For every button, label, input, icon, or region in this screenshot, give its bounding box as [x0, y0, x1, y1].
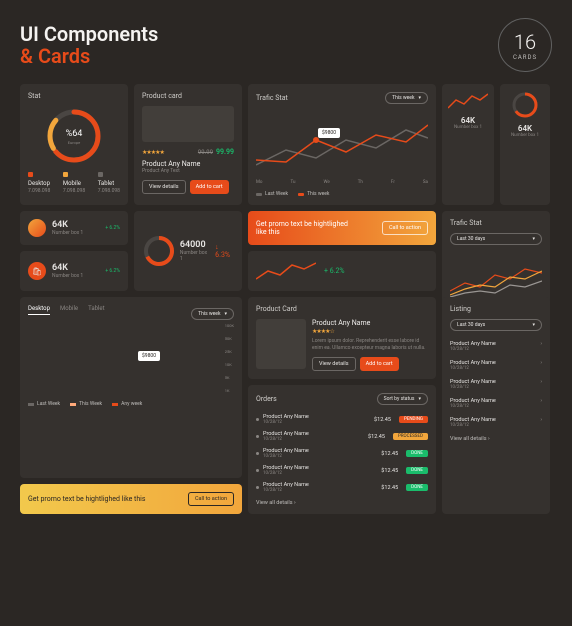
chevron-down-icon: ▾: [418, 396, 421, 402]
traffic-stat-card: Trafic Stat This week▾ $9800 MoTuWeThFrS…: [248, 84, 436, 205]
listing-card: Listing Last 30 days▾ Product Any Name10…: [442, 297, 550, 514]
multi-line-chart: [450, 251, 542, 301]
cards-count-badge: 16 CARDS: [498, 18, 552, 72]
legend-item: Last Week: [256, 191, 288, 197]
metric-item: Mobile7.098.098: [63, 172, 85, 194]
chevron-right-icon: ›: [540, 417, 542, 428]
view-details-button[interactable]: View details: [142, 180, 186, 194]
donut-icon: [142, 234, 174, 268]
gradient-icon: [28, 219, 46, 237]
chart-tooltip: $9800: [318, 128, 340, 138]
tab-tablet[interactable]: Tablet: [88, 305, 105, 315]
tab-mobile[interactable]: Mobile: [60, 305, 78, 315]
star-icon: ★★★★☆: [312, 328, 334, 335]
stat-metrics: Desktop7.098.098 Mobile7.098.098 Tablet7.0…: [28, 172, 120, 194]
svg-text:%64: %64: [66, 129, 83, 139]
cta-button[interactable]: Call to action: [382, 221, 428, 235]
chevron-down-icon: ▾: [532, 236, 535, 242]
order-row[interactable]: Product Any Name10/28/12$12.45DONE: [256, 462, 428, 479]
product-image: [142, 106, 234, 142]
card-title: Stat: [28, 92, 120, 100]
hero-header: UI Components& Cards 16 CARDS: [20, 18, 552, 72]
add-to-cart-button[interactable]: Add to cart: [360, 357, 399, 371]
bag-icon: 🛍: [28, 262, 46, 280]
view-all-link[interactable]: View all details ›: [256, 500, 428, 506]
chevron-right-icon: ›: [540, 360, 542, 371]
legend-item: Any week: [112, 401, 142, 407]
period-select-30[interactable]: Last 30 days▾: [450, 233, 542, 245]
product-card-wide: Product Card Product Any Name ★★★★☆ Lore…: [248, 297, 436, 379]
period-select[interactable]: This week▾: [385, 92, 428, 104]
legend-item: This Week: [70, 401, 102, 407]
bar-chart-card: DesktopMobileTablet This week▾ 100K50K25…: [20, 297, 242, 478]
list-item[interactable]: Product Any Name10/28/12›: [450, 337, 542, 356]
star-icon: ★★★★★: [142, 149, 164, 156]
period-select[interactable]: Last 30 days▾: [450, 319, 542, 331]
product-card: Product card ★★★★★ 99.9999.99 Product An…: [134, 84, 242, 205]
promo-banner-orange: Get promo text be hightlighed like this …: [248, 211, 436, 245]
sparkline-icon: [448, 90, 488, 112]
list-item[interactable]: Product Any Name10/28/12›: [450, 394, 542, 413]
product-name: Product Any Name: [142, 160, 234, 168]
list-item[interactable]: Product Any Name10/28/12›: [450, 356, 542, 375]
list-item[interactable]: Product Any Name10/28/12›: [450, 413, 542, 432]
chart-tabs: Desktop Mobile Tablet: [28, 305, 105, 315]
metric-item: Tablet7.098.098: [98, 172, 120, 194]
product-image: [256, 319, 306, 369]
metric-item: Desktop7.098.098: [28, 172, 50, 194]
order-row[interactable]: Product Any Name10/28/12$12.45PENDING: [256, 411, 428, 428]
order-row[interactable]: Product Any Name10/28/12$12.45DONE: [256, 445, 428, 462]
bar-tooltip: $9800: [138, 351, 160, 361]
chevron-right-icon: ›: [540, 341, 542, 352]
sort-select[interactable]: Sort by status▾: [377, 393, 428, 405]
order-row[interactable]: Product Any Name10/28/12$12.45PROCESSED: [256, 428, 428, 445]
mini-stats: 64KNumber box 1 64KNumber box 1: [442, 84, 550, 205]
traffic-line-chart: [256, 110, 428, 180]
svg-text:Europe: Europe: [68, 140, 80, 145]
order-row[interactable]: Product Any Name10/28/12$12.45DONE: [256, 479, 428, 496]
donut-chart: %64 Europe: [44, 106, 104, 166]
view-details-button[interactable]: View details: [312, 357, 356, 371]
chevron-right-icon: ›: [540, 379, 542, 390]
legend-item: Last Week: [28, 401, 60, 407]
view-all-link[interactable]: View all details ›: [450, 436, 542, 442]
mini-stat-2: 64KNumber box 1: [500, 84, 550, 205]
mini-donut-icon: [510, 90, 540, 120]
sparkline-card: + 6.2%: [248, 251, 436, 291]
cta-button[interactable]: Call to action: [188, 492, 234, 506]
stat-card: Stat %64 Europe Desktop7.098.098 Mobile7.…: [20, 84, 128, 205]
sparkline-icon: [256, 259, 316, 283]
chevron-down-icon: ▾: [532, 322, 535, 328]
promo-banner-yellow: Get promo text be hightlighed like this …: [20, 484, 242, 514]
stat-pill-2: 🛍 64KNumber box 1 + 6.2%: [20, 251, 128, 291]
tab-desktop[interactable]: Desktop: [28, 305, 50, 315]
add-to-cart-button[interactable]: Add to cart: [190, 180, 229, 194]
period-select[interactable]: This week▾: [191, 308, 234, 320]
donut-stat-card: 64000Number box 1 ↓ 6.3%: [134, 211, 242, 291]
chevron-down-icon: ▾: [418, 95, 421, 101]
orders-card: Orders Sort by status▾ Product Any Name1…: [248, 385, 436, 514]
list-item[interactable]: Product Any Name10/28/12›: [450, 375, 542, 394]
legend-item: This week: [298, 191, 329, 197]
mini-stat-1: 64KNumber box 1: [442, 84, 494, 205]
chevron-right-icon: ›: [540, 398, 542, 409]
chevron-down-icon: ▾: [224, 311, 227, 317]
page-title: UI Components& Cards: [20, 23, 158, 67]
stat-pill-1: 64KNumber box 1 + 6.2%: [20, 211, 128, 245]
